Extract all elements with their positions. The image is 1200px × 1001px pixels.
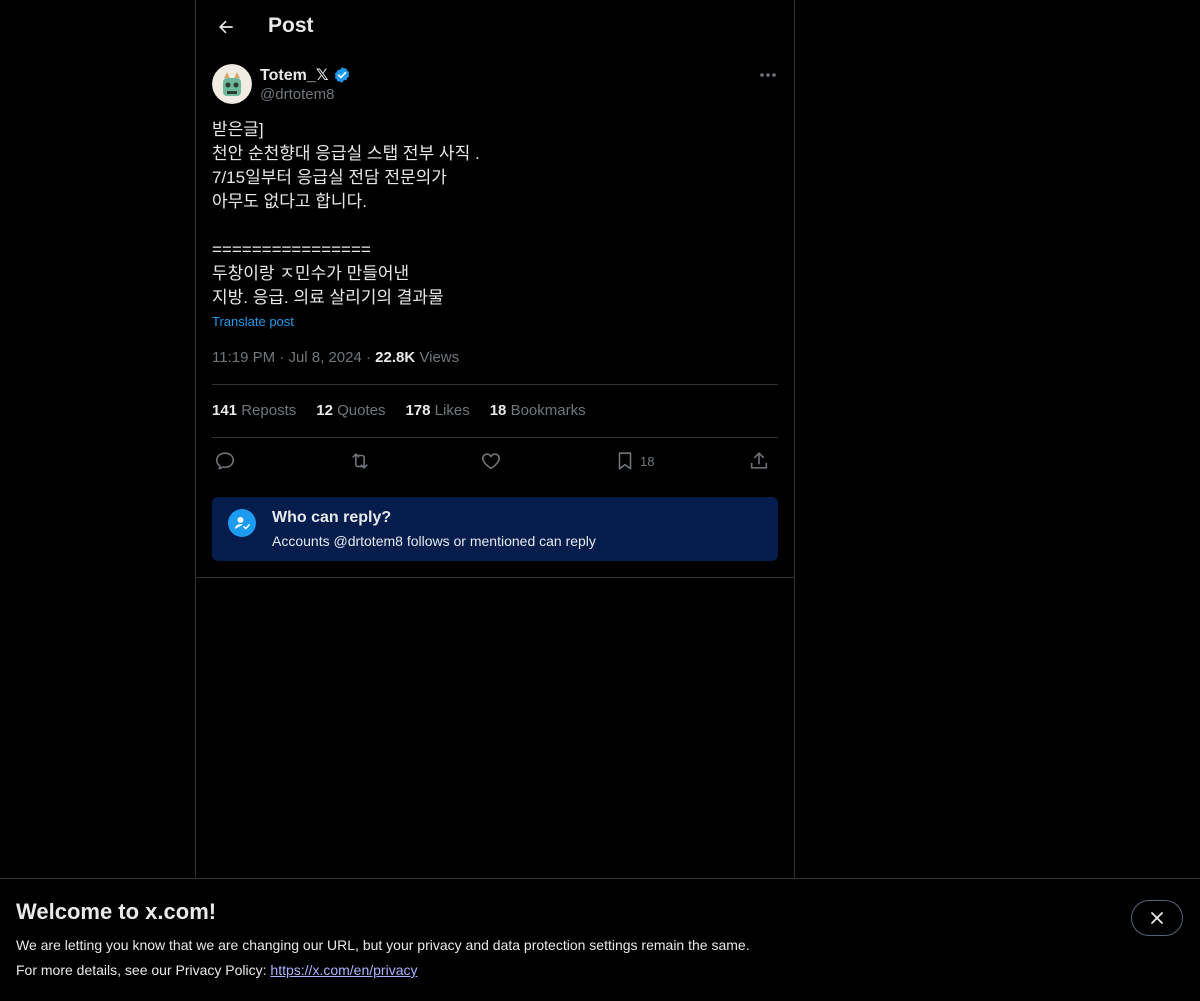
bookmarks-stat[interactable]: 18 Bookmarks — [490, 402, 586, 419]
repost-button[interactable] — [348, 447, 372, 475]
views-label: Views — [419, 349, 460, 366]
bookmark-icon — [618, 452, 632, 470]
privacy-policy-link[interactable]: https://x.com/en/privacy — [270, 962, 417, 978]
author-name-text: Totem_𝕏 — [260, 67, 329, 84]
banner-privacy-prefix: For more details, see our Privacy Policy… — [16, 962, 271, 978]
reply-button[interactable] — [214, 447, 236, 475]
reposts-label: Reposts — [241, 402, 297, 419]
url-change-banner: Welcome to x.com! We are letting you kno… — [0, 878, 1200, 1001]
reposts-stat[interactable]: 141 Reposts — [212, 402, 296, 419]
close-banner-button[interactable] — [1131, 900, 1183, 936]
bookmarks-label: Bookmarks — [510, 402, 586, 419]
likes-label: Likes — [434, 402, 470, 419]
person-check-icon — [228, 509, 256, 537]
post-line: ================ — [212, 240, 371, 259]
quotes-label: Quotes — [337, 402, 386, 419]
post-time[interactable]: 11:19 PM — [212, 349, 275, 366]
reposts-count: 141 — [212, 402, 238, 419]
avatar-image — [212, 64, 252, 104]
back-button[interactable] — [210, 11, 242, 43]
post-line: 아무도 없다고 합니다. — [212, 192, 367, 211]
separator-dot: · — [366, 349, 376, 366]
divider — [196, 577, 794, 578]
post-text: 받은글] 천안 순천향대 응급실 스탭 전부 사직 . 7/15일부터 응급실 … — [212, 118, 772, 310]
post-line: 7/15일부터 응급실 전담 전문의가 — [212, 168, 447, 187]
views-count: 22.8K — [375, 349, 416, 366]
share-icon — [750, 452, 768, 469]
post-line: 두창이랑 ㅈ민수가 만들어낸 — [212, 264, 410, 283]
more-horizontal-icon — [760, 73, 776, 77]
more-options-button[interactable] — [756, 64, 780, 86]
post-line: 받은글] — [212, 120, 264, 139]
divider — [212, 437, 778, 438]
who-can-reply-notice: Who can reply? Accounts @drtotem8 follow… — [212, 497, 778, 561]
close-icon — [1151, 912, 1163, 924]
person-check-glyph — [234, 517, 250, 530]
engagement-stats: 141 Reposts 12 Quotes 178 Likes 18 Bookm… — [212, 402, 586, 419]
divider — [212, 384, 778, 385]
arrow-left-icon — [219, 20, 233, 34]
quotes-count: 12 — [316, 402, 333, 419]
post-line: 지방. 응급. 의료 살리기의 결과물 — [212, 288, 444, 307]
likes-count: 178 — [405, 402, 431, 419]
likes-stat[interactable]: 178 Likes — [405, 402, 469, 419]
bookmark-count: 18 — [640, 453, 655, 469]
author-name[interactable]: Totem_𝕏 — [260, 65, 351, 85]
post-line — [212, 214, 772, 238]
banner-privacy-text: For more details, see our Privacy Policy… — [16, 962, 417, 978]
post-line: 천안 순천향대 응급실 스탭 전부 사직 . — [212, 144, 480, 163]
translate-post-link[interactable]: Translate post — [212, 314, 294, 329]
page-title: Post — [268, 14, 314, 37]
banner-text: We are letting you know that we are chan… — [16, 937, 750, 953]
bookmark-button[interactable]: 18 — [614, 447, 654, 475]
verified-badge-icon — [334, 67, 349, 83]
main-column: Post Totem_𝕏 @drtotem8 받은글] 천안 순천향대 응급실 … — [195, 0, 795, 878]
post-metadata: 11:19 PM · Jul 8, 2024 · 22.8K Views — [212, 349, 459, 366]
avatar[interactable] — [212, 64, 252, 104]
author-handle[interactable]: @drtotem8 — [260, 86, 334, 103]
bookmarks-count: 18 — [489, 402, 507, 419]
reply-icon — [215, 452, 235, 470]
who-can-reply-subtitle: Accounts @drtotem8 follows or mentioned … — [272, 533, 596, 549]
heart-icon — [482, 453, 500, 470]
quotes-stat[interactable]: 12 Quotes — [316, 402, 385, 419]
share-button[interactable] — [748, 447, 770, 475]
action-bar: 18 — [212, 447, 778, 477]
page-header: Post — [196, 0, 794, 54]
like-button[interactable] — [480, 447, 502, 475]
post-date[interactable]: Jul 8, 2024 — [288, 349, 361, 366]
who-can-reply-title: Who can reply? — [272, 509, 392, 526]
banner-title: Welcome to x.com! — [16, 899, 217, 924]
repost-icon — [352, 453, 368, 469]
